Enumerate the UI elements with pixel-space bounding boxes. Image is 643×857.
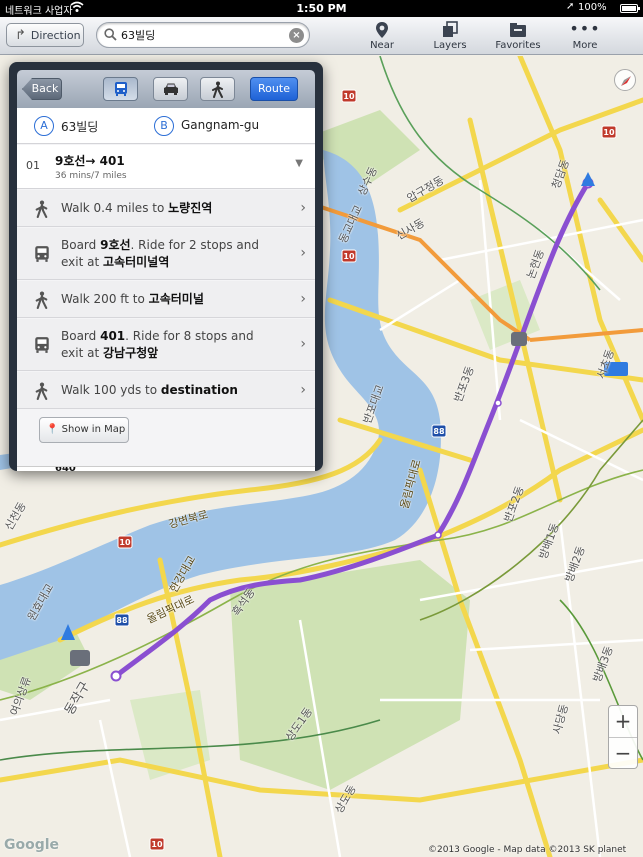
- near-button[interactable]: Near: [366, 20, 398, 51]
- status-bar: 네트워크 사업자 1:50 PM ➚ 100%: [0, 0, 643, 17]
- pin-icon: [376, 22, 388, 38]
- compass-icon[interactable]: [614, 69, 636, 91]
- bus-icon: [35, 337, 49, 353]
- directions-header: Back Route: [17, 70, 315, 108]
- back-button[interactable]: Back: [22, 78, 62, 100]
- clock: 1:50 PM: [296, 2, 347, 15]
- layers-icon: [443, 21, 458, 37]
- start-marker: A: [34, 116, 54, 136]
- step-text: Board 9호선. Ride for 2 stops and exit at 고…: [61, 238, 259, 269]
- favorites-icon: [510, 23, 526, 37]
- endpoints-row: A 63빌딩 B Gangnam-gu: [17, 108, 315, 144]
- chevron-right-icon: ›: [300, 245, 306, 261]
- direction-step[interactable]: Walk 200 ft to 고속터미널 ›: [17, 281, 315, 318]
- clear-search-icon[interactable]: ×: [289, 28, 304, 43]
- map-attribution: ©2013 Google - Map data ©2013 SK planet: [428, 845, 627, 855]
- direction-step[interactable]: Board 401. Ride for 8 stops and exit at 강…: [17, 319, 315, 371]
- walking-icon: [35, 382, 48, 400]
- route-option-title: 9호선→ 401: [55, 154, 125, 168]
- zoom-in-button[interactable]: +: [609, 706, 637, 737]
- directions-list: A 63빌딩 B Gangnam-gu 01 9호선→ 401 36 mins/…: [17, 108, 315, 468]
- location-arrow-icon: ➚: [566, 1, 575, 12]
- route-option-summary: 36 mins/7 miles: [55, 171, 127, 181]
- driving-mode-button[interactable]: [153, 77, 188, 101]
- chevron-right-icon: ›: [300, 291, 306, 307]
- start-location[interactable]: 63빌딩: [61, 118, 98, 135]
- step-text: Walk 0.4 miles to 노량진역: [61, 201, 213, 215]
- chevron-right-icon: ›: [300, 200, 306, 216]
- directions-popover: Back Route A 63빌딩 B Gangnam-gu 01 9호선→ 4…: [9, 62, 323, 471]
- step-text: Walk 200 ft to 고속터미널: [61, 292, 204, 306]
- walking-icon: [35, 200, 48, 218]
- zoom-control: + −: [608, 705, 638, 769]
- pin-icon: 📍: [46, 424, 59, 435]
- search-input[interactable]: [121, 26, 281, 44]
- show-in-map-label: Show in Map: [61, 424, 126, 435]
- direction-label: Direction: [30, 28, 81, 42]
- direction-step[interactable]: Board 9호선. Ride for 2 stops and exit at 고…: [17, 228, 315, 280]
- svg-text:88: 88: [433, 427, 445, 436]
- google-logo: Google: [4, 837, 60, 853]
- turn-arrow-icon: ↱: [15, 27, 26, 43]
- step-text: Walk 100 yds to destination: [61, 383, 238, 397]
- layers-button[interactable]: Layers: [430, 20, 470, 51]
- end-marker: B: [154, 116, 174, 136]
- favorites-label: Favorites: [495, 40, 541, 51]
- end-location[interactable]: Gangnam-gu: [181, 118, 259, 132]
- near-label: Near: [370, 40, 394, 51]
- car-icon: [163, 83, 178, 95]
- bus-icon: [35, 246, 49, 262]
- battery-icon: [620, 4, 640, 13]
- direction-button[interactable]: ↱ Direction: [6, 23, 84, 47]
- more-button[interactable]: ••• More: [568, 19, 602, 52]
- walking-mode-button[interactable]: [200, 77, 235, 101]
- walking-icon: [211, 81, 223, 98]
- chevron-right-icon: ›: [300, 382, 306, 398]
- chevron-right-icon: ›: [300, 336, 306, 352]
- chevron-down-icon: ▼: [295, 158, 303, 169]
- step-text: Board 401. Ride for 8 stops and exit at 강…: [61, 329, 254, 360]
- route-button[interactable]: Route: [250, 77, 298, 101]
- direction-step[interactable]: Walk 0.4 miles to 노량진역 ›: [17, 190, 315, 227]
- svg-text:10: 10: [151, 840, 163, 849]
- battery-percent: 100%: [578, 2, 607, 13]
- layers-label: Layers: [433, 40, 467, 51]
- next-route-option[interactable]: 640: [17, 466, 315, 471]
- svg-text:10: 10: [119, 538, 131, 547]
- bus-icon: [114, 82, 127, 96]
- more-icon: •••: [569, 19, 601, 38]
- favorites-button[interactable]: Favorites: [494, 20, 542, 51]
- more-label: More: [572, 40, 598, 51]
- svg-text:10: 10: [343, 92, 355, 101]
- zoom-out-button[interactable]: −: [609, 737, 637, 768]
- search-icon: [104, 28, 117, 41]
- show-in-map-button[interactable]: 📍 Show in Map: [39, 417, 129, 443]
- svg-text:10: 10: [343, 252, 355, 261]
- route-option[interactable]: 01 9호선→ 401 36 mins/7 miles ▼: [17, 145, 315, 189]
- svg-text:88: 88: [116, 616, 128, 625]
- route-option-number: 01: [26, 159, 40, 172]
- direction-step[interactable]: Walk 100 yds to destination ›: [17, 372, 315, 409]
- transit-mode-button[interactable]: [103, 77, 138, 101]
- next-route-title: 640: [55, 467, 76, 471]
- toolbar: ↱ Direction × Near Layers Favorites ••• …: [0, 17, 643, 55]
- search-box[interactable]: ×: [96, 22, 310, 48]
- walking-icon: [35, 291, 48, 309]
- svg-text:10: 10: [603, 128, 615, 137]
